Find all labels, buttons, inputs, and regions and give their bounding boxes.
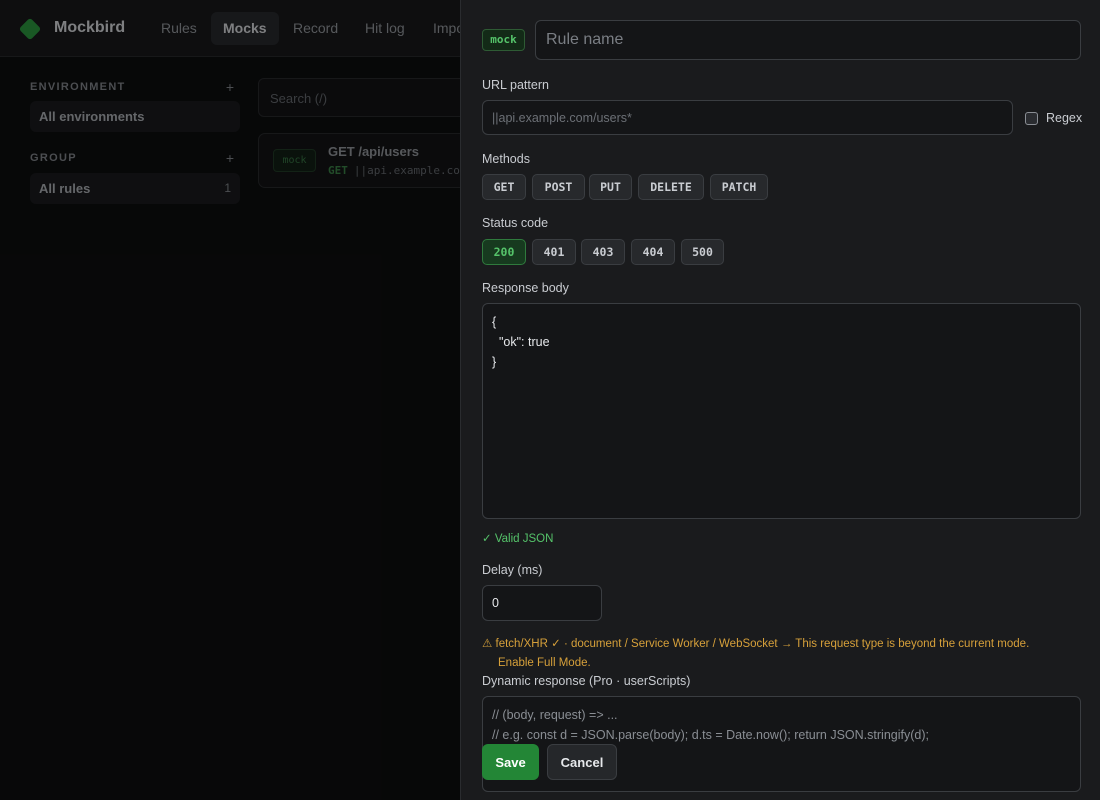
regex-label: Regex	[1046, 111, 1083, 125]
cancel-button[interactable]: Cancel	[547, 744, 617, 780]
method-delete-chip[interactable]: DELETE	[638, 174, 704, 200]
enable-full-mode-link[interactable]: Enable Full Mode.	[482, 654, 1082, 673]
response-body-label: Response body	[482, 281, 569, 295]
warning-text: ⚠ fetch/XHR ✓ · document / Service Worke…	[482, 638, 1030, 650]
status-200-chip[interactable]: 200	[482, 239, 526, 265]
regex-checkbox[interactable]	[1025, 112, 1038, 125]
rule-editor-drawer: mock URL pattern Regex Methods GET POST …	[460, 0, 1100, 800]
method-patch-chip[interactable]: PATCH	[710, 174, 768, 200]
status-404-chip[interactable]: 404	[631, 239, 675, 265]
method-post-chip[interactable]: POST	[532, 174, 585, 200]
methods-label: Methods	[482, 152, 530, 166]
url-pattern-input[interactable]	[482, 100, 1013, 135]
valid-json-status: ✓ Valid JSON	[482, 533, 554, 545]
status-401-chip[interactable]: 401	[532, 239, 576, 265]
status-code-label: Status code	[482, 216, 549, 230]
delay-label: Delay (ms)	[482, 563, 543, 577]
delay-input[interactable]	[482, 585, 602, 621]
dynamic-response-label: Dynamic response (Pro · userScripts)	[482, 674, 691, 688]
response-body-textarea[interactable]: { "ok": true }	[482, 303, 1081, 519]
method-get-chip[interactable]: GET	[482, 174, 526, 200]
method-put-chip[interactable]: PUT	[589, 174, 632, 200]
status-500-chip[interactable]: 500	[681, 239, 724, 265]
status-403-chip[interactable]: 403	[581, 239, 625, 265]
save-button[interactable]: Save	[482, 744, 539, 780]
url-pattern-label: URL pattern	[482, 78, 549, 92]
mock-badge: mock	[482, 29, 525, 51]
mode-warning: ⚠ fetch/XHR ✓ · document / Service Worke…	[482, 635, 1082, 673]
rule-name-input[interactable]	[535, 20, 1081, 60]
